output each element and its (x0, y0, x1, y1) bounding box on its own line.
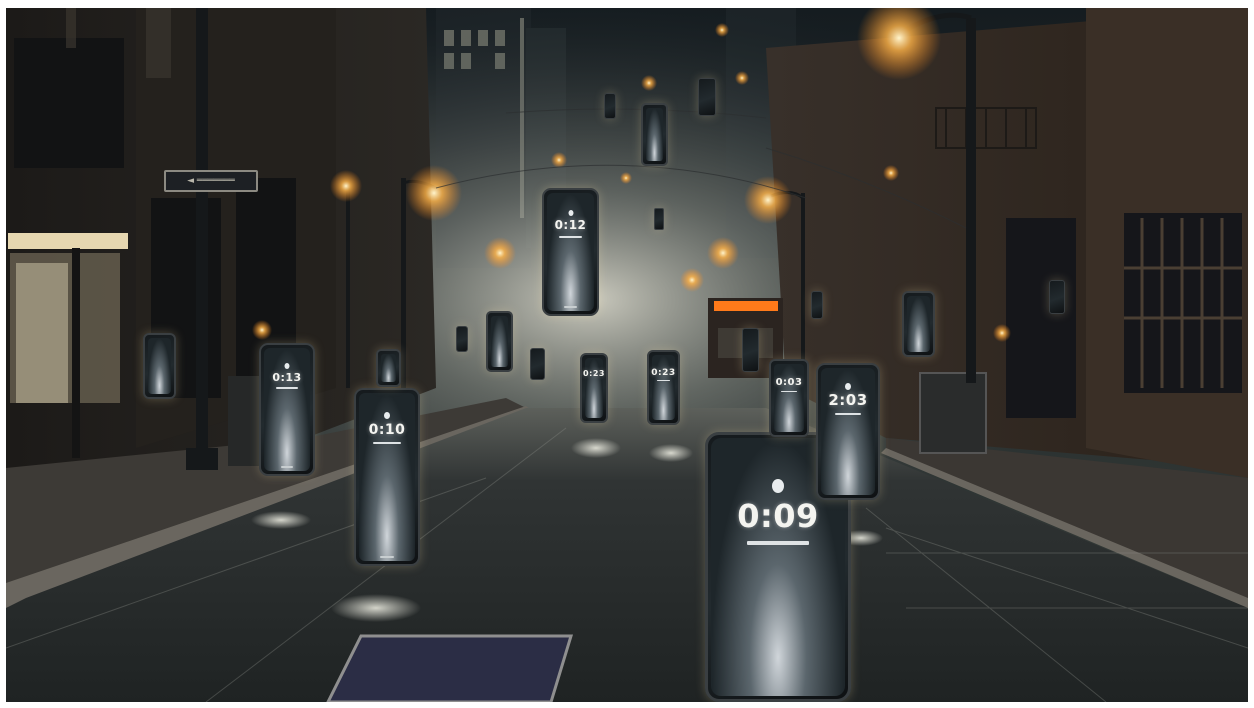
floating-phone (143, 333, 176, 399)
distant-phone (811, 291, 823, 319)
left-lamp-post (196, 8, 208, 468)
floating-phone: 0:12 (542, 188, 599, 316)
scene-frame: ◄ ═══════ 0:12 0:13 0:10 0:09 2:03 0:23 … (6, 8, 1248, 702)
distant-phone (698, 78, 716, 116)
trash-can-right (919, 372, 987, 454)
floating-phone: 0:13 (259, 343, 315, 476)
floating-phone: 0:03 (769, 359, 809, 437)
floating-phone: 0:10 (354, 388, 420, 566)
distant-phone (1049, 280, 1065, 314)
floating-phone (486, 311, 513, 372)
right-lamp-post (966, 18, 976, 383)
floating-phone: 0:23 (647, 350, 680, 425)
distant-phone (604, 93, 616, 119)
distant-phone (742, 328, 759, 372)
trash-can-left (228, 376, 262, 466)
distant-phone (654, 208, 664, 230)
floating-phone (376, 349, 401, 387)
street-sign: ◄ ═══════ (164, 170, 258, 192)
sewer-grate (326, 634, 574, 702)
floating-phone (902, 291, 935, 357)
floating-phone: 0:23 (580, 353, 608, 423)
night-street-scene (6, 8, 1248, 702)
distant-phone (456, 326, 468, 352)
floating-phone: 2:03 (816, 363, 880, 500)
floating-phone (641, 103, 668, 166)
distant-phone (530, 348, 545, 380)
